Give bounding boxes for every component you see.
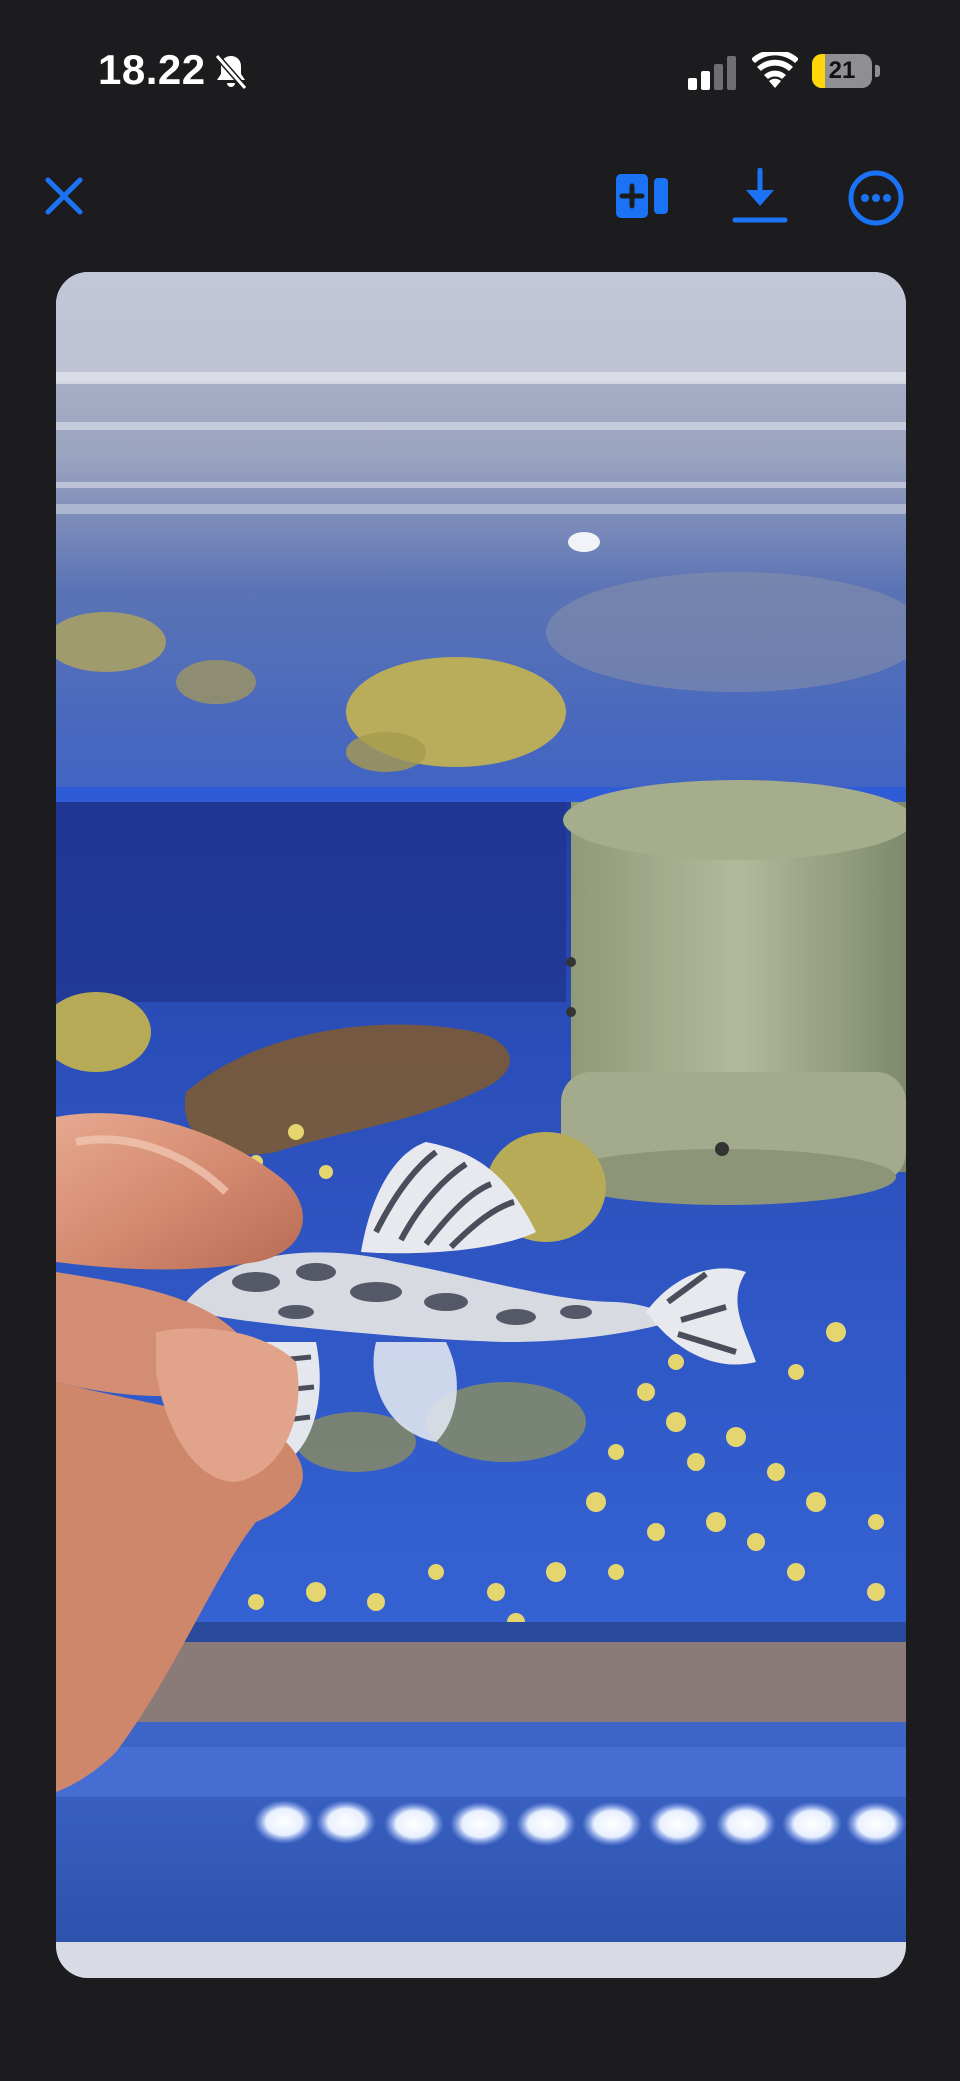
more-options-button[interactable] <box>846 168 906 228</box>
wifi-icon <box>752 52 798 88</box>
download-button[interactable] <box>730 166 790 228</box>
aquarium-fish-photo <box>56 272 906 1978</box>
more-options-icon <box>848 170 904 226</box>
battery-icon: 21 <box>812 54 880 88</box>
cellular-signal-icon <box>688 56 736 90</box>
close-icon <box>45 177 83 215</box>
download-icon <box>732 168 788 223</box>
bell-slash-icon <box>214 54 248 90</box>
photo-image[interactable] <box>56 272 906 1978</box>
battery-level: 21 <box>828 57 856 84</box>
close-button[interactable] <box>36 168 92 224</box>
status-time: 18.22 <box>98 46 206 93</box>
photo-viewer-screen: 18.22 21 <box>0 0 960 2081</box>
add-to-album-button[interactable] <box>612 168 672 224</box>
status-bar: 18.22 21 <box>0 0 960 140</box>
add-to-album-icon <box>616 174 668 218</box>
